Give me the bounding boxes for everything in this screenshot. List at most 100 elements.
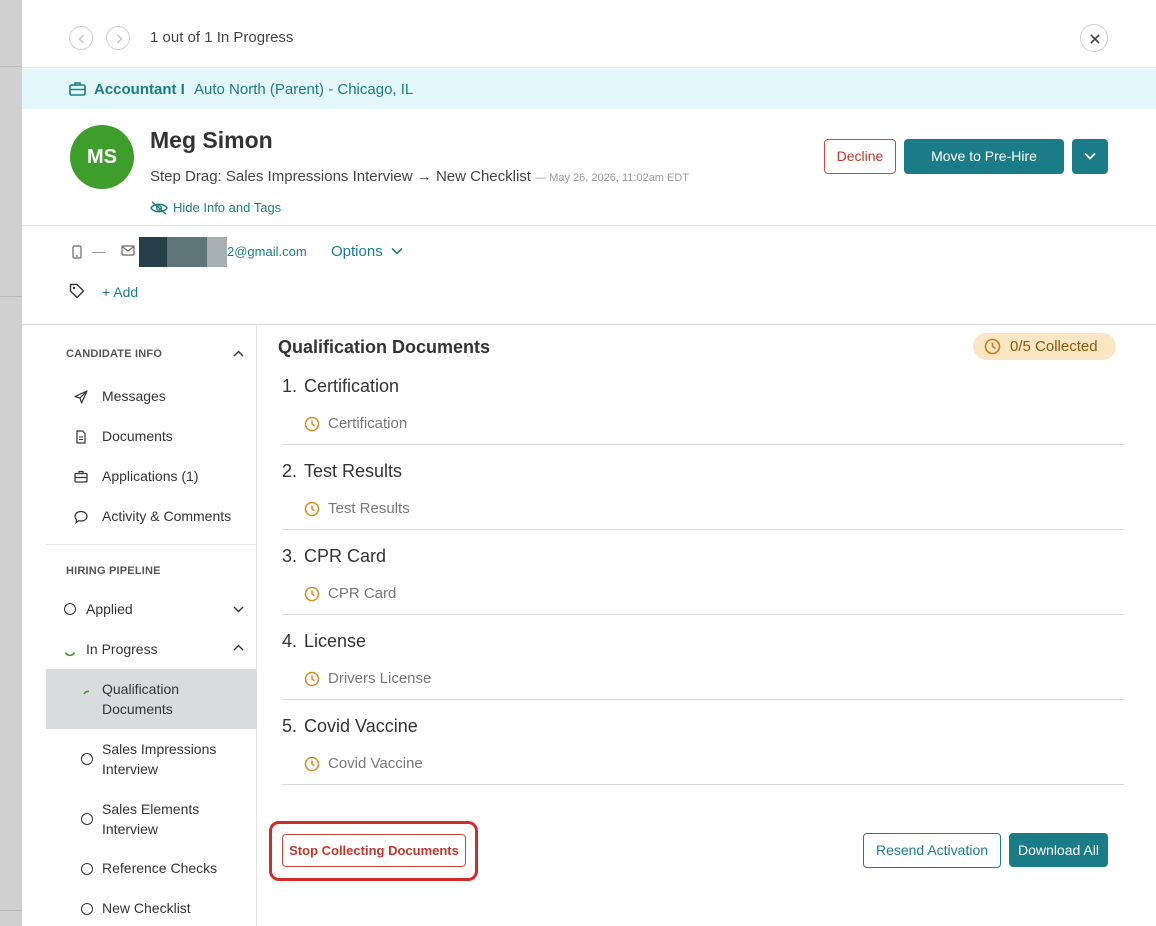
document-item: 1. Certification Certification [282, 360, 1124, 445]
document-type: CPR Card [328, 585, 397, 602]
step-text: Step Drag: Sales Impressions Interview →… [150, 168, 531, 185]
substep-status-icon [81, 753, 93, 765]
redaction-block [207, 237, 227, 267]
stage-status-icon [64, 603, 76, 615]
phone-icon [72, 245, 82, 259]
chevron-down-icon[interactable] [233, 606, 244, 613]
divider [22, 225, 1156, 226]
job-title[interactable]: Accountant I [94, 81, 185, 98]
sidebar-item-activity-comments[interactable]: Activity & Comments [102, 508, 231, 524]
document-type: Covid Vaccine [328, 755, 423, 772]
step-description: Step Drag: Sales Impressions Interview →… [150, 168, 689, 185]
document-number: 3. [282, 546, 298, 566]
tag-icon [69, 283, 85, 299]
document-name: Certification [304, 376, 400, 396]
sidebar-item-messages[interactable]: Messages [102, 388, 166, 404]
document-icon [76, 430, 86, 444]
close-button[interactable] [1080, 24, 1108, 52]
briefcase-icon [74, 470, 88, 483]
document-item: 3. CPR Card CPR Card [282, 530, 1124, 615]
backdrop-line [0, 66, 22, 67]
avatar: MS [70, 125, 134, 189]
clock-icon [304, 756, 320, 772]
add-tag-button[interactable]: + Add [102, 284, 138, 300]
document-item: 5. Covid Vaccine Covid Vaccine [282, 700, 1124, 785]
substep-new-checklist[interactable]: New Checklist [102, 900, 191, 916]
sidebar-item-documents[interactable]: Documents [102, 428, 173, 444]
redaction-block [167, 237, 207, 267]
job-location[interactable]: Auto North (Parent) - Chicago, IL [194, 81, 413, 98]
chevron-right-icon [116, 34, 123, 44]
comment-icon [74, 510, 88, 524]
document-number: 4. [282, 631, 298, 651]
hiring-pipeline-header: HIRING PIPELINE [66, 565, 161, 577]
mail-icon [121, 245, 135, 256]
in-progress-spinner-icon [64, 652, 76, 657]
sidebar-item-applications[interactable]: Applications (1) [102, 468, 199, 484]
chevron-left-icon [78, 34, 85, 44]
in-progress-spinner-icon [83, 690, 90, 695]
document-type: Certification [328, 415, 408, 432]
download-all-button[interactable]: Download All [1009, 833, 1108, 867]
clock-icon [304, 586, 320, 602]
redaction-block [139, 237, 167, 267]
pagination-status: 1 out of 1 In Progress [150, 29, 294, 46]
divider [46, 544, 257, 545]
candidate-name: Meg Simon [150, 127, 273, 153]
stage-applied[interactable]: Applied [86, 601, 133, 617]
backdrop-line [0, 910, 22, 911]
collected-count: 0/5 Collected [1010, 338, 1098, 355]
decline-button[interactable]: Decline [824, 139, 896, 174]
stage-in-progress[interactable]: In Progress [86, 641, 158, 657]
clock-icon [984, 338, 1001, 355]
collected-status-badge: 0/5 Collected [973, 333, 1116, 360]
substep-status-icon [81, 863, 93, 875]
chevron-down-icon [391, 247, 403, 255]
chevron-up-icon[interactable] [233, 644, 244, 651]
candidate-panel: 1 out of 1 In Progress Accountant I Auto… [22, 0, 1156, 926]
phone-value: — [92, 244, 105, 259]
substep-reference-checks[interactable]: Reference Checks [102, 860, 217, 876]
sidebar: CANDIDATE INFO Messages Documents Applic… [46, 325, 257, 926]
document-name: Covid Vaccine [304, 716, 418, 736]
document-number: 2. [282, 461, 298, 481]
document-item: 2. Test Results Test Results [282, 445, 1124, 530]
hide-info-label: Hide Info and Tags [173, 200, 282, 215]
substep-sales-impressions-interview[interactable]: Sales Impressions Interview [102, 739, 222, 779]
modal-backdrop [0, 0, 22, 926]
document-number: 1. [282, 376, 298, 396]
document-name: CPR Card [304, 546, 387, 566]
stop-collecting-documents-button[interactable]: Stop Collecting Documents [282, 834, 466, 867]
send-icon [74, 390, 88, 404]
document-type: Test Results [328, 500, 410, 517]
document-number: 5. [282, 716, 298, 736]
more-actions-dropdown-button[interactable] [1072, 139, 1108, 174]
job-banner: Accountant I Auto North (Parent) - Chica… [22, 69, 1156, 109]
document-name: License [304, 631, 367, 651]
options-label: Options [331, 243, 383, 260]
resend-activation-button[interactable]: Resend Activation [863, 833, 1001, 868]
close-icon [1090, 34, 1100, 44]
previous-button[interactable] [69, 26, 93, 50]
document-type: Drivers License [328, 670, 432, 687]
clock-icon [304, 501, 320, 517]
step-timestamp: — May 26, 2026, 11:02am EDT [535, 172, 690, 184]
substep-label: Qualification Documents [102, 681, 180, 717]
document-name: Test Results [304, 461, 403, 481]
substep-sales-elements-interview[interactable]: Sales Elements Interview [102, 799, 212, 839]
options-dropdown[interactable]: Options [331, 243, 403, 260]
chevron-up-icon[interactable] [233, 350, 244, 357]
next-button[interactable] [106, 26, 130, 50]
hide-info-toggle[interactable]: Hide Info and Tags [150, 200, 281, 215]
top-navigation: 1 out of 1 In Progress [22, 0, 1156, 68]
redacted-email-block [139, 237, 227, 267]
email-link[interactable]: 2@gmail.com [227, 244, 307, 259]
backdrop-line [0, 296, 22, 297]
substep-status-icon [81, 813, 93, 825]
clock-icon [304, 416, 320, 432]
eye-slash-icon [150, 201, 168, 215]
move-to-pre-hire-button[interactable]: Move to Pre-Hire [904, 139, 1064, 174]
document-item: 4. License Drivers License [282, 615, 1124, 700]
section-title: Qualification Documents [278, 337, 491, 357]
clock-icon [304, 671, 320, 687]
